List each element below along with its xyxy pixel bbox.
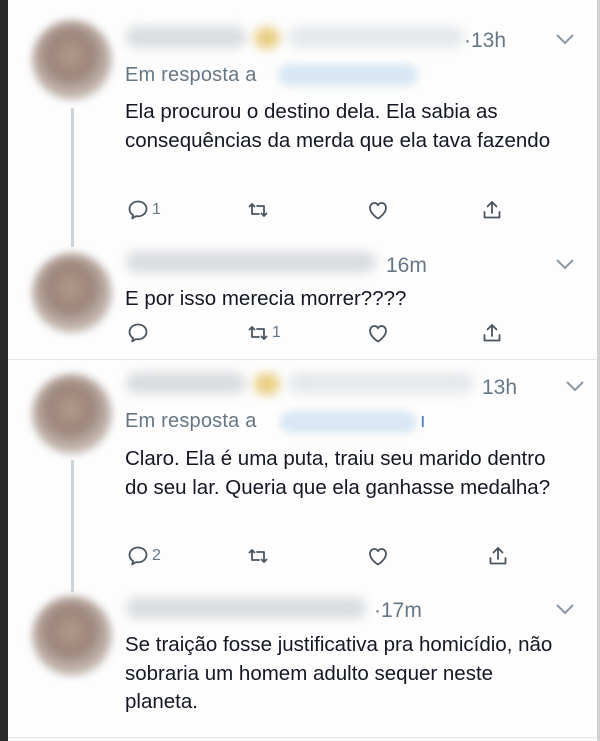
reply-to-handle-blurred[interactable]	[278, 64, 418, 86]
share-icon	[489, 547, 507, 565]
chevron-down-icon[interactable]	[564, 379, 586, 393]
tweet-timestamp[interactable]: ·13h	[464, 29, 506, 53]
chevron-down-icon[interactable]	[554, 32, 576, 46]
tweet-timestamp[interactable]: 13h	[482, 376, 517, 400]
thread-line	[71, 237, 74, 247]
like-button[interactable]	[366, 321, 392, 345]
tweet-timestamp[interactable]: 16m	[386, 254, 427, 278]
tweet-4[interactable]: ·17m Se traição fosse justificativa pra …	[8, 588, 597, 741]
chevron-down-icon[interactable]	[554, 257, 576, 271]
window-edge-left	[0, 0, 8, 741]
heart-icon	[369, 325, 387, 343]
author-badge-blurred	[254, 373, 280, 395]
retweet-count: 1	[272, 324, 281, 341]
like-button[interactable]	[366, 198, 392, 222]
reply-icon	[128, 323, 148, 343]
heart-icon	[369, 202, 387, 220]
reply-to-label: Em resposta a	[125, 64, 257, 86]
reply-button[interactable]: 2	[126, 544, 161, 568]
tweet-text: Se traição fosse justificativa pra homic…	[125, 633, 553, 713]
chevron-down-icon[interactable]	[554, 602, 576, 616]
tweet-1[interactable]: ·13h Em resposta a Ela procurou o destin…	[8, 0, 597, 237]
avatar[interactable]	[32, 596, 112, 676]
reply-count: 1	[152, 201, 161, 218]
share-button[interactable]	[480, 198, 504, 222]
like-button[interactable]	[366, 544, 392, 568]
tweet-timestamp[interactable]: ·17m	[374, 599, 422, 623]
author-handle-blurred	[288, 372, 474, 394]
tweet-text: E por isso merecia morrer????	[125, 287, 407, 310]
share-icon	[483, 201, 501, 219]
reply-count: 2	[152, 547, 161, 564]
author-name-blurred	[126, 251, 376, 273]
reply-to-label: Em resposta a	[125, 410, 257, 432]
author-name-blurred	[126, 26, 246, 48]
share-button[interactable]	[486, 544, 510, 568]
avatar[interactable]	[32, 253, 112, 333]
tweet-thread: ·13h Em resposta a Ela procurou o destin…	[8, 0, 597, 741]
thread-line	[71, 460, 74, 588]
share-icon	[483, 324, 501, 342]
tweet-3[interactable]: 13h Em resposta a ı Claro. Ela é uma put…	[8, 360, 597, 588]
author-name-blurred	[126, 597, 366, 619]
retweet-button[interactable]: 1	[246, 321, 281, 345]
reply-to-handle-tail: ı	[420, 410, 426, 432]
author-badge-blurred	[254, 27, 280, 49]
avatar[interactable]	[32, 374, 112, 454]
reply-icon	[128, 546, 148, 566]
tweet-text: Claro. Ela é uma puta, traiu seu marido …	[125, 447, 551, 499]
reply-icon	[128, 200, 148, 220]
retweet-icon	[248, 203, 268, 217]
author-handle-blurred	[288, 26, 464, 48]
author-name-blurred	[126, 372, 246, 394]
tweet-text: Ela procurou o destino dela. Ela sabia a…	[125, 100, 551, 152]
retweet-button[interactable]	[246, 544, 272, 568]
retweet-icon	[248, 326, 268, 340]
bottom-divider	[8, 737, 597, 738]
heart-icon	[369, 548, 387, 566]
retweet-icon	[248, 549, 268, 563]
reply-button[interactable]: 1	[126, 198, 161, 222]
reply-button[interactable]	[126, 321, 152, 345]
share-button[interactable]	[480, 321, 504, 345]
thread-line	[71, 108, 74, 237]
avatar[interactable]	[32, 20, 112, 100]
reply-to-handle-blurred[interactable]	[280, 411, 416, 433]
retweet-button[interactable]	[246, 198, 272, 222]
thread-line	[71, 588, 74, 592]
tweet-2[interactable]: 16m E por isso merecia morrer???? 1	[8, 237, 597, 359]
